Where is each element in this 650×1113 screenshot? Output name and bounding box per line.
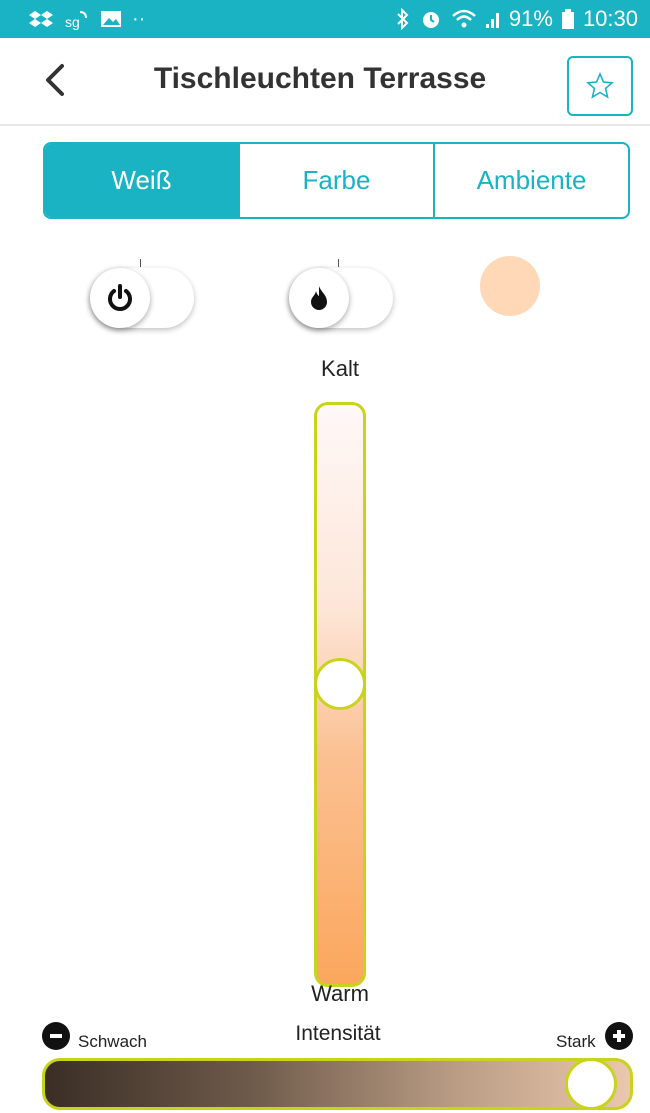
page-title: Tischleuchten Terrasse [153,62,487,95]
svg-text:sg: sg [65,14,80,30]
signal-icon [485,13,499,28]
bluetooth-icon [397,8,409,30]
flame-toggle[interactable] [289,268,393,328]
signal-app-icon: sg [65,11,87,30]
intensity-max-label: Stark [556,1032,596,1051]
mode-tabs: Weiß Farbe Ambiente [43,142,630,219]
temperature-top-label: Kalt [321,356,359,381]
intensity-slider-track[interactable] [42,1058,633,1110]
image-icon [101,11,121,27]
status-left-icons: sg ·· [28,8,145,30]
dropbox-icon [29,11,53,27]
color-preview-swatch [480,256,540,316]
power-toggle-knob[interactable] [90,268,150,328]
chevron-left-icon [46,64,64,96]
clock: 10:30 [582,6,638,31]
flame-toggle-knob[interactable] [289,268,349,328]
battery-percent: 91% [508,6,553,31]
tab-weiss[interactable]: Weiß [45,144,238,217]
power-toggle[interactable] [90,268,194,328]
back-button[interactable] [34,58,78,102]
power-toggle-tick [140,259,141,267]
flame-toggle-tick [338,259,339,267]
star-outline-icon [586,72,614,99]
wifi-icon [452,9,476,28]
tab-farbe[interactable]: Farbe [238,144,433,217]
alarm-icon [422,12,439,28]
flame-icon [311,286,327,310]
app-bar: Tischleuchten Terrasse [0,38,650,126]
more-dots-icon: ·· [132,8,146,30]
intensity-title: Intensität [295,1022,381,1045]
favorite-button[interactable] [567,56,633,116]
status-bar: sg ·· 91% 10:30 [0,0,650,38]
intensity-min-label: Schwach [78,1032,147,1051]
power-icon [108,284,132,311]
plus-icon [613,1030,625,1042]
battery-icon [561,9,574,29]
decrease-intensity-button[interactable] [42,1022,70,1050]
temperature-slider-thumb[interactable] [314,658,366,710]
status-right: 91% 10:30 [395,6,638,32]
increase-intensity-button[interactable] [605,1022,633,1050]
intensity-slider-thumb[interactable] [565,1058,617,1110]
minus-icon [50,1034,62,1038]
temperature-bottom-label: Warm [311,981,369,1006]
tab-ambiente[interactable]: Ambiente [433,144,628,217]
